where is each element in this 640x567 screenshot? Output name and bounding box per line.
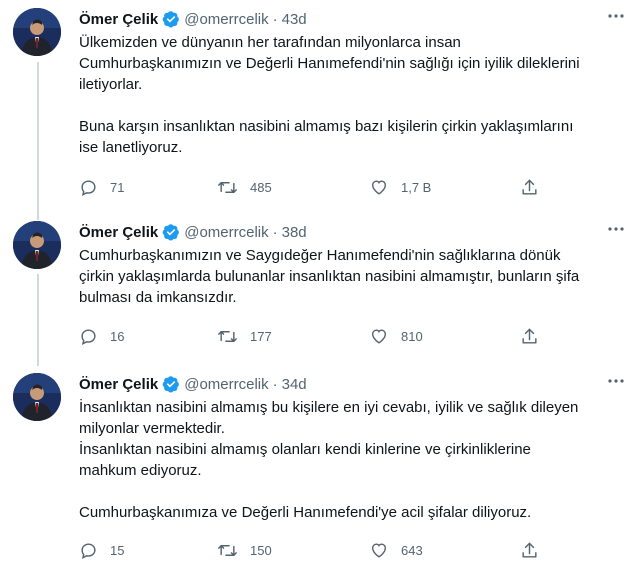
tweet-timestamp[interactable]: 34d [282, 376, 307, 393]
tweet-actions: 16 177 810 [79, 325, 549, 347]
separator-dot: · [272, 375, 278, 393]
separator-dot: · [272, 223, 278, 241]
share-button[interactable] [520, 325, 539, 347]
retweet-count: 150 [250, 542, 272, 558]
more-options-icon[interactable] [606, 373, 626, 389]
reply-count: 16 [110, 328, 125, 344]
like-count: 1,7 B [401, 179, 432, 195]
tweet-header: Ömer Çelik @omerrcelik · 38d [79, 221, 307, 243]
retweet-icon [218, 181, 237, 193]
like-button[interactable]: 810 [369, 325, 423, 347]
author-name[interactable]: Ömer Çelik [79, 11, 158, 28]
share-button[interactable] [520, 539, 539, 561]
author-name[interactable]: Ömer Çelik [79, 224, 158, 241]
tweet[interactable]: Ömer Çelik @omerrcelik · 38d Cumhurbaşka… [0, 213, 640, 363]
retweet-icon [218, 330, 237, 342]
reply-button[interactable]: 71 [79, 176, 124, 198]
like-count: 810 [401, 328, 423, 344]
reply-icon [81, 328, 96, 345]
like-count: 643 [401, 542, 423, 558]
tweet-text: Ülkemizden ve dünyanın her tarafından mi… [79, 34, 580, 156]
tweet-timestamp[interactable]: 43d [282, 11, 307, 28]
retweet-count: 177 [250, 328, 272, 344]
author-name[interactable]: Ömer Çelik [79, 376, 158, 393]
tweet-actions: 15 150 643 [79, 539, 549, 561]
retweet-button[interactable]: 177 [217, 325, 272, 347]
retweet-button[interactable]: 485 [217, 176, 272, 198]
verified-badge-icon [162, 10, 180, 28]
avatar[interactable] [13, 373, 61, 421]
tweet-text: İnsanlıktan nasibini almamış bu kişilere… [79, 399, 579, 521]
like-button[interactable]: 643 [369, 539, 423, 561]
reply-icon [81, 542, 96, 559]
reply-button[interactable]: 15 [79, 539, 124, 561]
share-icon [522, 179, 537, 195]
reply-icon [81, 179, 96, 196]
heart-icon [371, 179, 387, 195]
reply-button[interactable]: 16 [79, 325, 124, 347]
avatar[interactable] [13, 221, 61, 269]
share-icon [522, 328, 537, 344]
tweet-header: Ömer Çelik @omerrcelik · 43d [79, 8, 307, 30]
retweet-icon [218, 544, 237, 556]
retweet-button[interactable]: 150 [217, 539, 272, 561]
share-button[interactable] [520, 176, 539, 198]
separator-dot: · [272, 10, 278, 28]
tweet[interactable]: Ömer Çelik @omerrcelik · 43d Ülkemizden … [0, 0, 640, 205]
like-button[interactable]: 1,7 B [369, 176, 431, 198]
share-icon [522, 542, 537, 558]
avatar[interactable] [13, 8, 61, 56]
reply-count: 71 [110, 179, 125, 195]
tweet-text: Cumhurbaşkanımızın ve Saygıdeğer Hanımef… [79, 247, 580, 306]
more-options-icon[interactable] [606, 8, 626, 24]
verified-badge-icon [162, 223, 180, 241]
more-options-icon[interactable] [606, 221, 626, 237]
tweet-actions: 71 485 1,7 B [79, 176, 549, 198]
heart-icon [371, 328, 387, 344]
verified-badge-icon [162, 375, 180, 393]
author-handle[interactable]: @omerrcelik [184, 224, 268, 241]
author-handle[interactable]: @omerrcelik [184, 376, 268, 393]
tweet-timestamp[interactable]: 38d [282, 224, 307, 241]
tweet[interactable]: Ömer Çelik @omerrcelik · 34d İnsanlıktan… [0, 365, 640, 567]
retweet-count: 485 [250, 179, 272, 195]
heart-icon [371, 542, 387, 558]
author-handle[interactable]: @omerrcelik [184, 11, 268, 28]
tweet-header: Ömer Çelik @omerrcelik · 34d [79, 373, 307, 395]
reply-count: 15 [110, 542, 125, 558]
